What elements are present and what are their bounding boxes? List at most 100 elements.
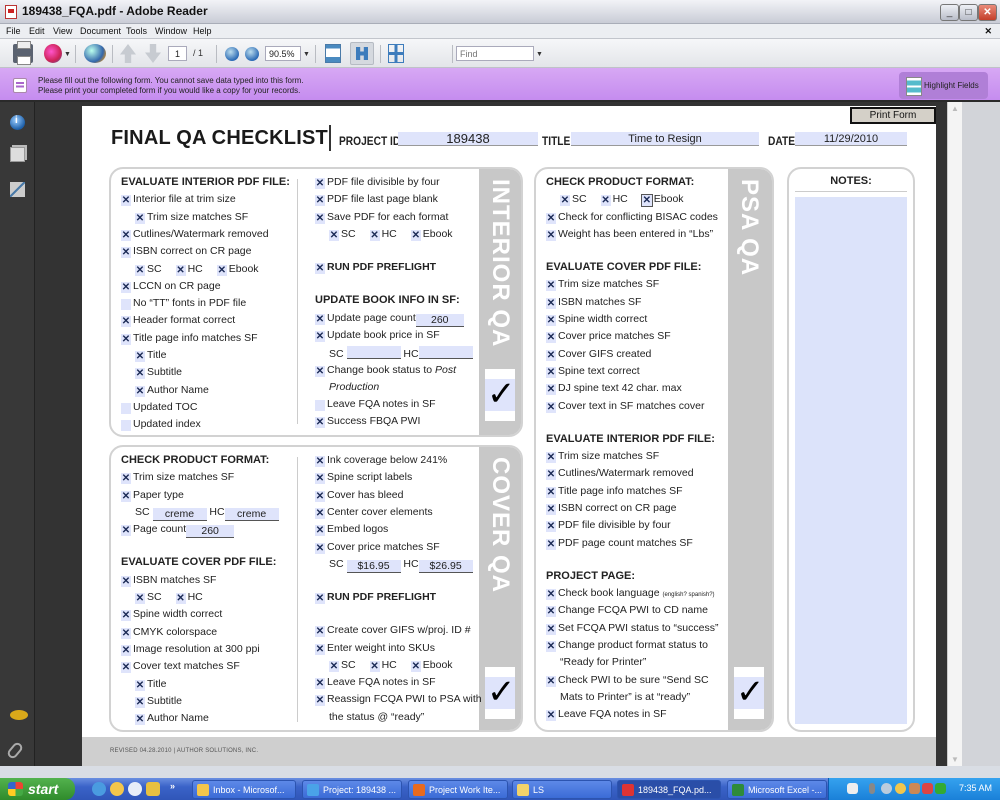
checkbox[interactable]: ✕: [546, 280, 556, 292]
menu-view[interactable]: View: [53, 26, 72, 36]
checkbox[interactable]: ✕: [135, 696, 145, 708]
zoom-out-icon[interactable]: [225, 47, 239, 61]
checkbox[interactable]: ✕: [315, 456, 325, 467]
next-page-icon[interactable]: [145, 44, 161, 63]
checkbox[interactable]: ✕: [640, 194, 653, 208]
checkbox[interactable]: ✕: [315, 473, 325, 485]
format-option[interactable]: ✕ SC: [329, 659, 356, 672]
checkbox[interactable]: ✕: [546, 229, 556, 241]
checkbox[interactable]: ✕: [546, 486, 556, 498]
checkbox[interactable]: ✕: [546, 623, 556, 635]
checkbox[interactable]: ✕: [121, 575, 131, 587]
checkbox[interactable]: ✕: [315, 178, 325, 189]
print-icon[interactable]: [13, 41, 33, 65]
sc-field[interactable]: creme: [152, 507, 207, 521]
notes-textarea[interactable]: [795, 197, 907, 724]
taskbar-button[interactable]: LS: [512, 780, 612, 799]
checkbox[interactable]: ✕: [546, 538, 556, 550]
checkbox[interactable]: ✕: [546, 212, 556, 224]
checkbox[interactable]: ✕: [315, 330, 325, 342]
checkbox[interactable]: ✕: [315, 678, 325, 690]
checkbox[interactable]: ✕: [546, 384, 556, 396]
messenger-tray-icon[interactable]: [895, 783, 906, 794]
checkbox[interactable]: ✕: [315, 417, 325, 429]
checkbox[interactable]: ✕: [135, 714, 145, 726]
checkbox[interactable]: ✕: [546, 349, 556, 361]
checkbox[interactable]: ✕: [135, 368, 145, 380]
checkbox[interactable]: ✕: [546, 332, 556, 344]
checkbox[interactable]: ✕: [546, 366, 556, 378]
checkbox[interactable]: ✕: [315, 507, 325, 519]
taskbar-button[interactable]: Inbox - Microsof...: [192, 780, 296, 799]
split-view-icon[interactable]: [388, 44, 404, 63]
checkbox[interactable]: ✕: [121, 644, 131, 656]
checkbox[interactable]: ✕: [315, 313, 325, 325]
psa-qa-complete-checkbox[interactable]: ✓: [734, 667, 765, 719]
checkbox[interactable]: ✕: [121, 610, 131, 622]
format-option[interactable]: ✕ SC: [329, 228, 356, 241]
checkbox[interactable]: ✕: [315, 643, 325, 655]
scroll-up-icon[interactable]: ▲: [950, 104, 960, 113]
checkbox[interactable]: ✕: [175, 593, 186, 605]
checkbox[interactable]: ✕: [315, 212, 325, 224]
help-tray-icon[interactable]: [847, 783, 858, 794]
format-option[interactable]: ✕ HC: [175, 263, 203, 276]
security-tray-icon[interactable]: [922, 783, 933, 794]
checkbox[interactable]: ✕: [546, 589, 556, 601]
vpn-tray-icon[interactable]: [935, 783, 946, 794]
checkbox[interactable]: ✕: [121, 402, 131, 414]
zoom-in-icon[interactable]: [245, 47, 259, 61]
checkbox[interactable]: ✕: [546, 521, 556, 533]
menu-help[interactable]: Help: [193, 26, 212, 36]
value-field[interactable]: 260: [415, 313, 464, 327]
checkbox[interactable]: ✕: [121, 281, 131, 293]
checkbox[interactable]: ✕: [121, 420, 131, 432]
menu-window[interactable]: Window: [155, 26, 187, 36]
checkbox[interactable]: ✕: [121, 195, 131, 207]
close-document-icon[interactable]: ✕: [984, 26, 992, 37]
checkbox[interactable]: ✕: [329, 229, 339, 241]
chevron-down-icon[interactable]: ▼: [64, 51, 71, 58]
format-option[interactable]: ✕ Ebook: [410, 659, 453, 672]
checkbox[interactable]: ✕: [369, 229, 380, 241]
format-option[interactable]: ✕ SC: [135, 263, 162, 276]
user-tray-icon[interactable]: [909, 783, 920, 794]
checkbox[interactable]: ✕: [546, 640, 556, 652]
print-form-button[interactable]: Print Form: [850, 107, 936, 124]
date-field[interactable]: 11/29/2010: [795, 132, 907, 146]
checkbox[interactable]: ✕: [560, 195, 570, 207]
find-dropdown-icon[interactable]: ▼: [536, 51, 543, 58]
vertical-scrollbar[interactable]: ▲ ▼: [947, 102, 962, 766]
checkbox[interactable]: ✕: [135, 593, 145, 605]
checkbox[interactable]: ✕: [135, 679, 145, 691]
zoom-input[interactable]: 90.5%: [265, 46, 301, 61]
checkbox[interactable]: ✕: [121, 627, 131, 639]
checkbox[interactable]: ✕: [135, 385, 145, 397]
checkbox[interactable]: ✕: [121, 333, 131, 345]
interior-qa-complete-checkbox[interactable]: ✓: [485, 369, 516, 421]
checkbox[interactable]: ✕: [135, 351, 145, 362]
taskbar-button[interactable]: Project: 189438 ...: [302, 780, 402, 799]
network-tray-icon[interactable]: [869, 783, 875, 794]
taskbar-button[interactable]: Project Work Ite...: [408, 780, 508, 799]
checkbox[interactable]: ✕: [121, 662, 131, 674]
checkbox[interactable]: ✕: [216, 264, 227, 276]
book-title-field[interactable]: Time to Resign: [571, 132, 759, 146]
minimize-button[interactable]: _: [940, 4, 959, 21]
cloud-quicklaunch-icon[interactable]: [128, 782, 142, 796]
checkbox[interactable]: ✕: [315, 626, 325, 638]
checkbox[interactable]: ✕: [546, 469, 556, 481]
checkbox[interactable]: ✕: [121, 490, 131, 502]
checkbox[interactable]: ✕: [315, 695, 325, 707]
taskbar-button[interactable]: 189438_FQA.pd...: [617, 780, 721, 799]
checkbox[interactable]: ✕: [546, 710, 556, 722]
checkbox[interactable]: ✕: [410, 660, 421, 672]
hc-field[interactable]: [418, 346, 473, 360]
project-id-field[interactable]: 189438: [398, 132, 538, 146]
format-option[interactable]: ✕ HC: [369, 659, 397, 672]
highlight-fields-button[interactable]: Highlight Fields: [899, 72, 988, 99]
checkbox[interactable]: ✕: [135, 212, 145, 224]
hc-field[interactable]: creme: [224, 507, 279, 521]
checkbox[interactable]: ✕: [546, 503, 556, 515]
checkbox[interactable]: ✕: [600, 195, 611, 207]
